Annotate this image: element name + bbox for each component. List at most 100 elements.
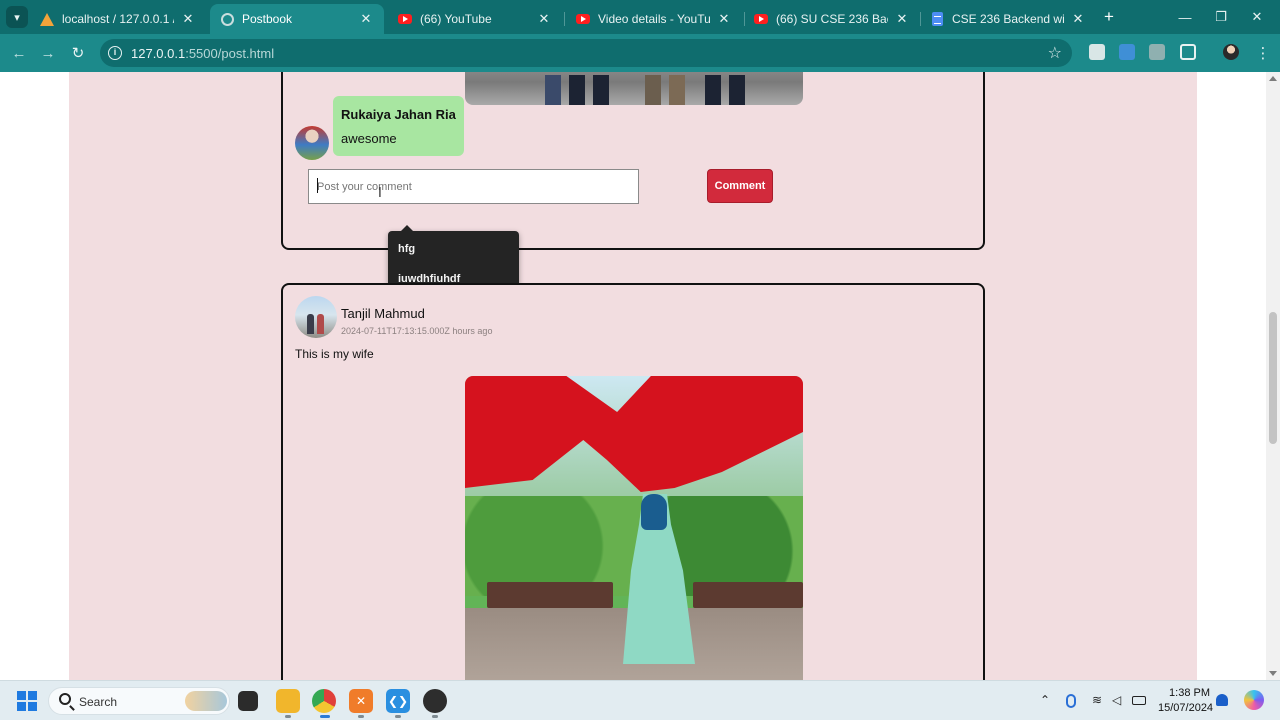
photo-detail — [693, 582, 803, 608]
tab-postbook[interactable]: Postbook ✕ — [210, 4, 384, 34]
translate-extension-icon[interactable] — [1119, 44, 1135, 60]
tab-title: (66) YouTube — [420, 12, 492, 26]
tab-google-doc[interactable]: CSE 236 Backend with No ✕ — [920, 4, 1096, 34]
photo-detail — [705, 75, 721, 105]
tab-youtube-backend[interactable]: (66) SU CSE 236 Backend D ✕ — [744, 4, 920, 34]
windows-taskbar: Search ✕ ❮❯ ⌃ ≋ ◁ 1:38 PM 15/07/2024 — [0, 680, 1280, 720]
vscode-icon[interactable]: ❮❯ — [386, 689, 410, 713]
comment-button[interactable]: Comment — [707, 169, 773, 203]
tab-phpmyadmin[interactable]: localhost / 127.0.0.1 / post ✕ — [30, 4, 206, 34]
globe-icon — [220, 12, 234, 26]
photo-detail — [669, 75, 685, 105]
close-tab-icon[interactable]: ✕ — [536, 11, 552, 27]
commenter-avatar[interactable] — [295, 126, 329, 160]
post-card-previous: Rukaiya Jahan Ria awesome I Comment — [281, 72, 985, 250]
tab-search-menu-button[interactable]: ▾ — [6, 6, 28, 28]
photo-detail — [545, 75, 561, 105]
browser-menu-icon[interactable]: ⋮ — [1252, 42, 1274, 64]
site-info-icon[interactable]: i — [108, 46, 122, 60]
url-path: :5500/post.html — [185, 46, 275, 61]
tab-youtube-studio[interactable]: Video details - YouTube St ✕ — [566, 4, 742, 34]
scroll-down-arrow-icon[interactable] — [1269, 671, 1277, 676]
back-button[interactable]: ← — [8, 42, 30, 64]
address-bar[interactable]: i 127.0.0.1:5500/post.html ☆ — [100, 39, 1072, 67]
browser-tab-strip: ▾ localhost / 127.0.0.1 / post ✕ Postboo… — [0, 0, 1280, 34]
tab-title: CSE 236 Backend with No — [952, 12, 1064, 26]
photo-detail — [729, 75, 745, 105]
photo-detail — [641, 494, 667, 530]
chrome-icon[interactable] — [312, 689, 336, 713]
phpmyadmin-icon — [40, 12, 54, 26]
screenshot-extension-icon[interactable] — [1089, 44, 1105, 60]
youtube-icon — [576, 12, 590, 26]
close-tab-icon[interactable]: ✕ — [716, 11, 732, 27]
youtube-icon — [398, 12, 412, 26]
post-text: This is my wife — [295, 347, 374, 361]
obs-icon[interactable] — [423, 689, 447, 713]
tab-title: (66) SU CSE 236 Backend D — [776, 12, 888, 26]
post-card: Tanjil Mahmud 2024-07-11T17:13:15.000Z h… — [281, 283, 985, 680]
comment-input[interactable] — [308, 169, 639, 204]
close-tab-icon[interactable]: ✕ — [894, 11, 910, 27]
close-tab-icon[interactable]: ✕ — [358, 11, 374, 27]
autocomplete-option[interactable]: hfg — [398, 243, 415, 255]
running-indicator — [285, 715, 291, 718]
microphone-icon[interactable] — [1066, 694, 1076, 708]
notification-bell-icon[interactable] — [1216, 694, 1228, 706]
close-window-button[interactable]: ✕ — [1234, 0, 1280, 34]
wifi-icon[interactable]: ≋ — [1092, 693, 1102, 707]
copilot-icon[interactable] — [1244, 690, 1264, 710]
windows-start-icon[interactable] — [17, 691, 37, 711]
bookmark-star-icon[interactable]: ☆ — [1048, 43, 1062, 63]
post-image[interactable] — [465, 376, 803, 680]
close-tab-icon[interactable]: ✕ — [180, 11, 196, 27]
photo-detail — [569, 75, 585, 105]
text-caret — [317, 178, 318, 193]
tab-youtube[interactable]: (66) YouTube ✕ — [388, 4, 562, 34]
show-hidden-icons-chevron-icon[interactable]: ⌃ — [1040, 693, 1050, 707]
photo-detail — [645, 75, 661, 105]
tab-title: localhost / 127.0.0.1 / post — [62, 12, 174, 26]
volume-icon[interactable]: ◁ — [1112, 693, 1121, 707]
task-view-icon[interactable] — [238, 691, 258, 711]
scrollbar-thumb[interactable] — [1269, 312, 1277, 444]
active-indicator — [320, 715, 330, 718]
browser-toolbar: ← → ↻ i 127.0.0.1:5500/post.html ☆ ⋮ — [0, 34, 1280, 72]
page-viewport: Rukaiya Jahan Ria awesome I Comment hfg … — [0, 72, 1280, 680]
comment-bubble: Rukaiya Jahan Ria awesome — [333, 96, 464, 156]
close-tab-icon[interactable]: ✕ — [1070, 11, 1086, 27]
battery-icon[interactable] — [1132, 696, 1146, 705]
comment-text: awesome — [341, 131, 397, 146]
search-icon — [59, 693, 71, 705]
xampp-icon[interactable]: ✕ — [349, 689, 373, 713]
youtube-icon — [754, 12, 768, 26]
post-image[interactable] — [465, 72, 803, 105]
tab-title: Postbook — [242, 12, 293, 26]
photo-detail — [487, 582, 613, 608]
new-tab-button[interactable]: + — [1100, 8, 1118, 26]
ibeam-cursor-icon: I — [378, 186, 382, 201]
page-scrollbar[interactable] — [1266, 72, 1280, 680]
url-host: 127.0.0.1 — [131, 46, 186, 61]
scroll-up-arrow-icon[interactable] — [1269, 76, 1277, 81]
photo-detail — [593, 75, 609, 105]
tab-title: Video details - YouTube St — [598, 12, 710, 26]
clock-time: 1:38 PM — [1169, 687, 1210, 699]
clock-date: 15/07/2024 — [1158, 702, 1214, 714]
running-indicator — [432, 715, 438, 718]
forward-button[interactable]: → — [37, 42, 59, 64]
file-explorer-icon[interactable] — [276, 689, 300, 713]
extensions-puzzle-icon[interactable] — [1180, 44, 1196, 60]
post-author[interactable]: Tanjil Mahmud — [341, 306, 425, 321]
comment-author: Rukaiya Jahan Ria — [341, 107, 456, 122]
system-clock[interactable]: 1:38 PM 15/07/2024 — [1158, 686, 1214, 716]
running-indicator — [395, 715, 401, 718]
url-text[interactable]: 127.0.0.1:5500/post.html — [131, 46, 274, 61]
reload-button[interactable]: ↻ — [67, 42, 89, 64]
author-avatar[interactable] — [295, 296, 337, 338]
document-extension-icon[interactable] — [1149, 44, 1165, 60]
profile-avatar-icon[interactable] — [1223, 44, 1239, 60]
post-timestamp: 2024-07-11T17:13:15.000Z hours ago — [341, 326, 493, 336]
taskbar-search[interactable]: Search — [48, 687, 230, 715]
search-highlight-image — [185, 691, 227, 711]
